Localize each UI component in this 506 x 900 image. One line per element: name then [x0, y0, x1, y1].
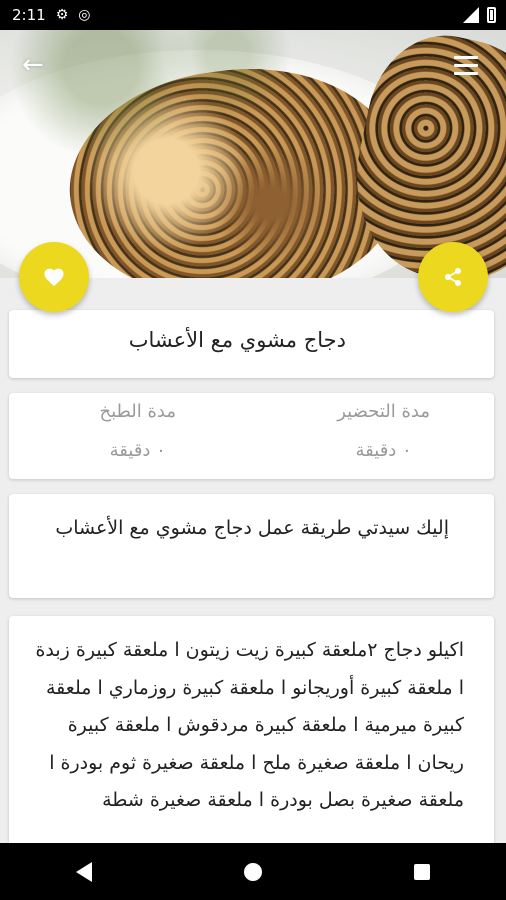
heart-icon: [44, 268, 64, 287]
herb-overlay: [0, 30, 506, 278]
description-card: إليك سيدتي طريقة عمل دجاج مشوي مع الأعشا…: [9, 494, 494, 598]
prep-time: مدة التحضير ٠ دقيقة: [337, 401, 430, 461]
recipe-ingredients: اكيلو دجاج ٢ملعقة كبيرة زيت زيتون ا ملعق…: [35, 639, 464, 811]
prep-time-value: ٠ دقيقة: [355, 440, 412, 461]
status-time: 2:11: [12, 6, 46, 24]
settings-icon: ⚙: [55, 7, 69, 23]
battery-icon: [487, 7, 496, 23]
menu-icon[interactable]: [454, 56, 478, 80]
nav-back-icon[interactable]: [76, 861, 92, 882]
favorite-button[interactable]: [19, 242, 89, 312]
share-icon: [445, 268, 461, 286]
prep-time-label: مدة التحضير: [337, 401, 430, 422]
cook-time: مدة الطبخ ٠ دقيقة: [99, 401, 176, 461]
signal-icon: [463, 7, 479, 23]
cook-time-label: مدة الطبخ: [99, 401, 176, 422]
status-bar: 2:11 ⚙ ◎: [0, 0, 506, 30]
times-card: مدة التحضير ٠ دقيقة مدة الطبخ ٠ دقيقة: [9, 393, 494, 479]
share-button[interactable]: [418, 242, 488, 312]
cook-time-value: ٠ دقيقة: [109, 440, 166, 461]
title-card: دجاج مشوي مع الأعشاب: [9, 310, 494, 378]
back-arrow-icon[interactable]: ←: [22, 50, 44, 80]
nav-recents-icon[interactable]: [414, 863, 430, 880]
ingredients-card: اكيلو دجاج ٢ملعقة كبيرة زيت زيتون ا ملعق…: [9, 616, 494, 856]
data-saver-icon: ◎: [78, 7, 91, 23]
system-nav-bar: [0, 843, 506, 900]
recipe-description: إليك سيدتي طريقة عمل دجاج مشوي مع الأعشا…: [55, 517, 449, 539]
nav-home-icon[interactable]: [244, 862, 262, 881]
recipe-hero-image: [0, 30, 506, 278]
recipe-title: دجاج مشوي مع الأعشاب: [128, 328, 346, 352]
